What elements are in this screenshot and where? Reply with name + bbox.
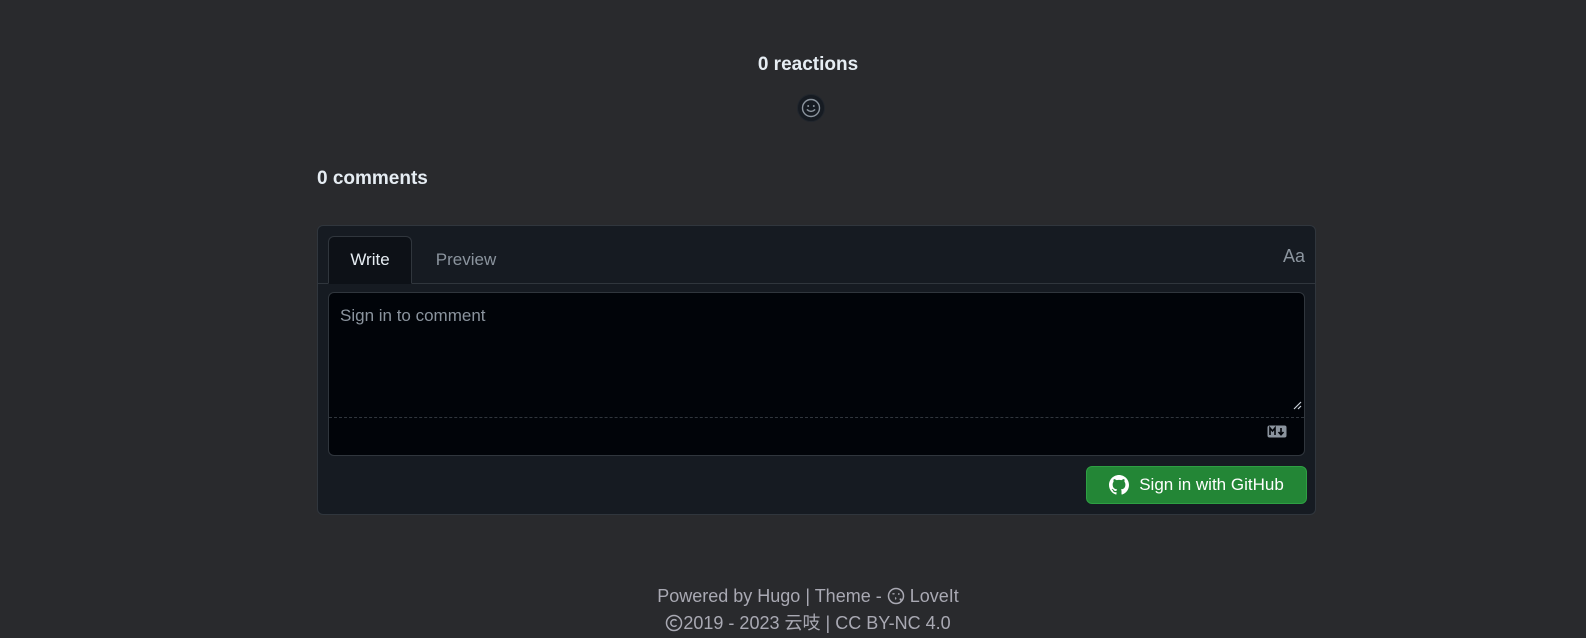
sign-in-github-button[interactable]: Sign in with GitHub	[1086, 466, 1307, 504]
footer-copyright-line: 2019 - 2023 云吱 | CC BY-NC 4.0	[30, 611, 1586, 638]
sign-in-button-label: Sign in with GitHub	[1139, 475, 1284, 494]
reactions-section: 0 reactions	[0, 54, 1586, 76]
text-format-toggle[interactable]: Aa	[1283, 246, 1305, 267]
comments-count: 0 comments	[317, 168, 428, 189]
reactions-count: 0 reactions	[757, 54, 859, 75]
footer-separator: |	[805, 586, 810, 606]
site-footer: Powered by Hugo | Theme - LoveIt 2019 - …	[0, 584, 1586, 638]
page: 0 reactions 0 comments Write Preview Aa …	[0, 0, 1586, 638]
github-icon	[1109, 475, 1130, 495]
footer-powered-line: Powered by Hugo | Theme - LoveIt	[30, 584, 1586, 611]
footer-separator: |	[825, 613, 831, 633]
hugo-link[interactable]: Hugo	[757, 586, 800, 606]
kiss-heart-icon	[887, 587, 905, 611]
license-link[interactable]: CC BY-NC 4.0	[835, 613, 950, 633]
comment-textarea[interactable]: Sign in to comment	[329, 293, 1304, 418]
smiley-icon	[801, 98, 821, 118]
comment-editor[interactable]: Sign in to comment	[328, 292, 1305, 456]
author-link[interactable]: 云吱	[785, 613, 821, 633]
powered-by-text: Powered by	[657, 586, 753, 606]
markdown-icon[interactable]	[1267, 425, 1287, 443]
theme-prefix-text: Theme -	[814, 586, 882, 606]
comment-form: Write Preview Aa Sign in to comment Sign…	[317, 225, 1316, 515]
editor-tab-bar: Write Preview Aa	[318, 226, 1315, 284]
theme-link[interactable]: LoveIt	[910, 586, 959, 606]
add-reaction-button[interactable]	[797, 94, 825, 122]
tab-preview[interactable]: Preview	[424, 236, 508, 283]
copyright-years: 2019 - 2023	[683, 613, 780, 633]
resize-handle-icon[interactable]	[1293, 397, 1302, 415]
tab-write[interactable]: Write	[328, 236, 412, 284]
comment-placeholder: Sign in to comment	[340, 306, 486, 325]
copyright-icon	[665, 614, 683, 638]
